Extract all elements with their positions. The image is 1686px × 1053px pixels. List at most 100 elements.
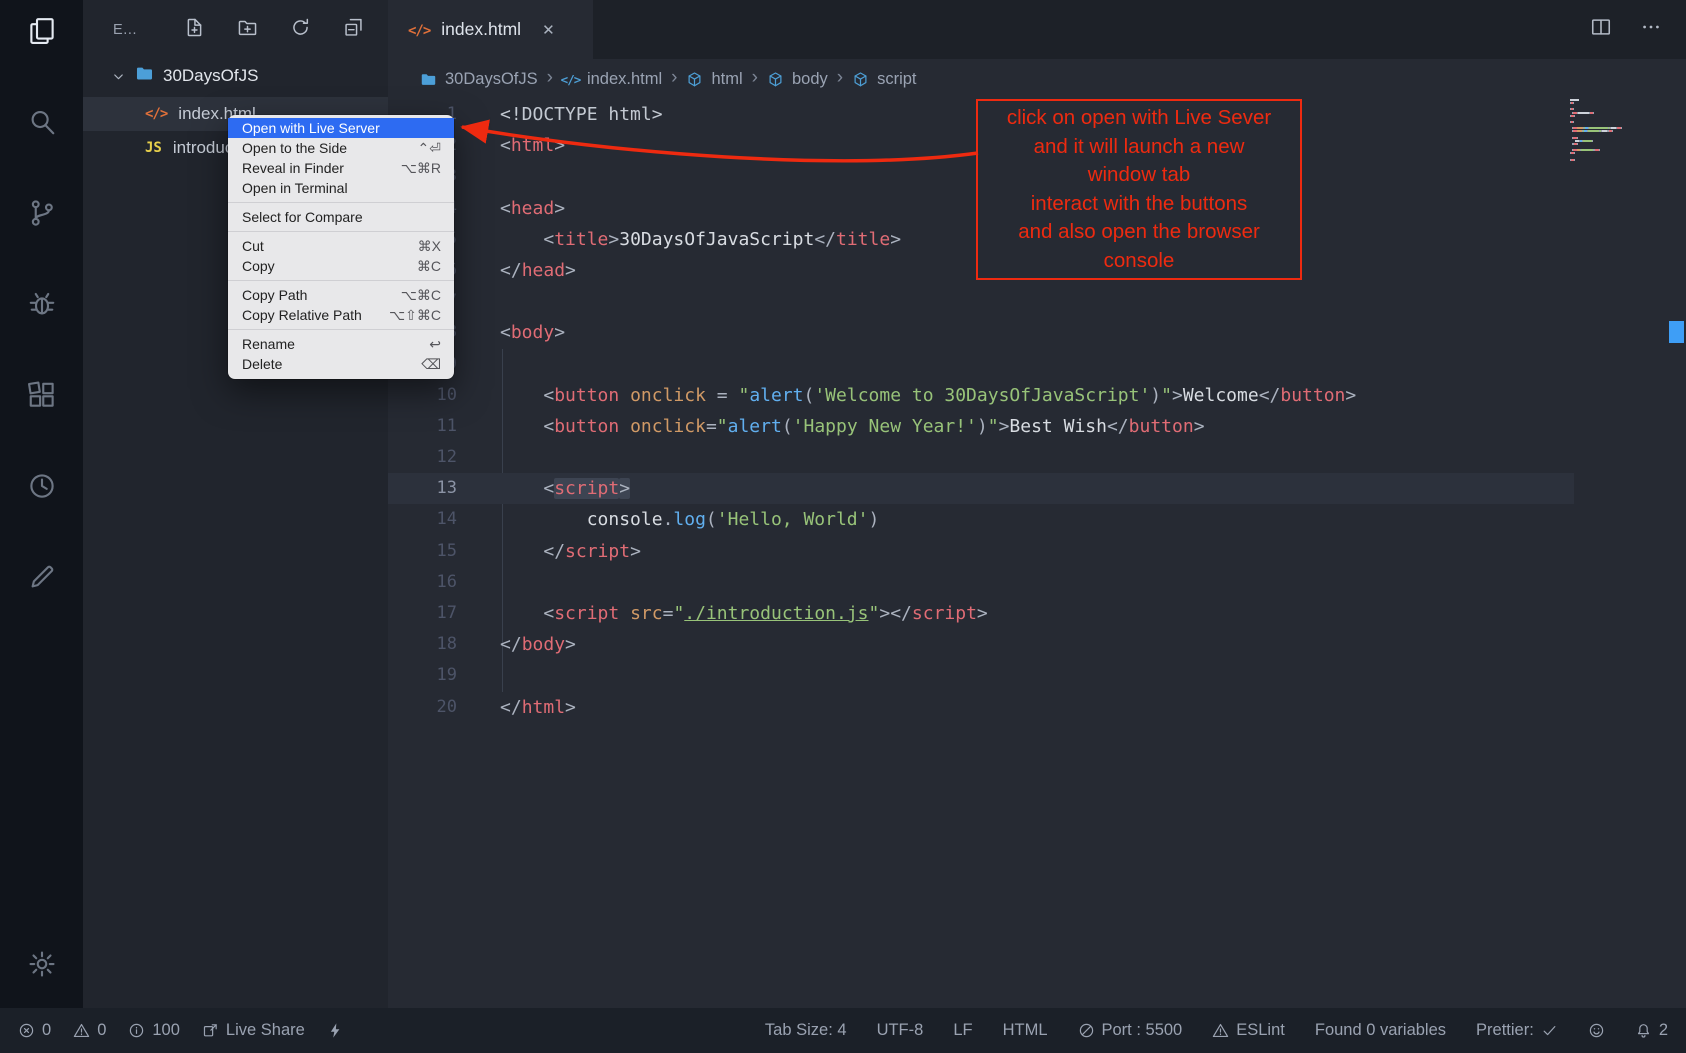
live-server-port[interactable]: Port : 5500 <box>1078 1021 1183 1040</box>
code-line[interactable]: 4<head> <box>388 193 1574 224</box>
menu-item-open-to-the-side[interactable]: Open to the Side⌃⏎ <box>228 138 454 158</box>
feedback-smiley[interactable] <box>1588 1022 1605 1039</box>
menu-item-label: Copy Path <box>242 287 307 303</box>
split-editor-button[interactable] <box>1590 16 1612 43</box>
code-line[interactable]: 9 <box>388 349 1574 380</box>
quick-action[interactable] <box>327 1022 344 1039</box>
eol[interactable]: LF <box>953 1021 972 1040</box>
variables-found[interactable]: Found 0 variables <box>1315 1021 1446 1040</box>
activity-feedback[interactable] <box>27 562 57 597</box>
tab-size[interactable]: Tab Size: 4 <box>765 1021 847 1040</box>
code-line[interactable]: 14 console.log('Hello, World') <box>388 504 1574 535</box>
problems-warnings[interactable]: 0 <box>73 1021 106 1040</box>
explorer-title: E… <box>113 22 137 38</box>
tree-item-root-folder[interactable]: 30DaysOfJS <box>83 59 388 93</box>
code-line[interactable]: 15 </script> <box>388 536 1574 567</box>
new-folder-button[interactable] <box>237 17 258 43</box>
folder-icon-slot <box>135 64 154 88</box>
breadcrumb-script[interactable]: script <box>852 70 916 89</box>
menu-item-cut[interactable]: Cut⌘X <box>228 236 454 256</box>
status-left: 0 0 100 Live Share <box>18 1021 344 1040</box>
code-line[interactable]: 11 <button onclick="alert('Happy New Yea… <box>388 411 1574 442</box>
split-editor-icon <box>1590 16 1612 38</box>
activity-search[interactable] <box>27 107 57 142</box>
breadcrumb-index-html[interactable]: </>index.html <box>562 70 662 89</box>
breadcrumb-body[interactable]: body <box>767 70 828 89</box>
line-content <box>500 567 1574 598</box>
code-line[interactable]: 12 <box>388 442 1574 473</box>
metric-indicator[interactable]: 100 <box>128 1021 180 1040</box>
prettier[interactable]: Prettier: <box>1476 1021 1558 1040</box>
code-line[interactable]: 16 <box>388 567 1574 598</box>
status-label: HTML <box>1003 1021 1048 1040</box>
activity-settings[interactable] <box>27 949 57 984</box>
activity-bar-items <box>27 16 57 597</box>
tab-index-html[interactable]: </> index.html ✕ <box>388 0 593 59</box>
menu-item-shortcut: ⌫ <box>421 356 441 373</box>
cube-icon <box>686 71 703 88</box>
menu-item-copy-path[interactable]: Copy Path⌥⌘C <box>228 285 454 305</box>
minimap-line <box>1570 112 1666 114</box>
live-share[interactable]: Live Share <box>202 1021 305 1040</box>
bell-icon <box>1635 1022 1652 1039</box>
code-line[interactable]: 18</body> <box>388 629 1574 660</box>
eslint[interactable]: ESLint <box>1212 1021 1285 1040</box>
minimap-line <box>1570 124 1666 126</box>
menu-item-label: Open with Live Server <box>242 120 380 136</box>
code-line[interactable]: 17 <script src="./introduction.js"></scr… <box>388 598 1574 629</box>
menu-item-rename[interactable]: Rename↩ <box>228 334 454 354</box>
breadcrumb-label: html <box>711 70 742 89</box>
menu-item-reveal-in-finder[interactable]: Reveal in Finder⌥⌘R <box>228 158 454 178</box>
notifications[interactable]: 2 <box>1635 1021 1668 1040</box>
code-line[interactable]: 8<body> <box>388 317 1574 348</box>
code-line[interactable]: 7 <box>388 286 1574 317</box>
breadcrumb-separator: › <box>671 67 677 91</box>
line-number: 13 <box>388 473 500 504</box>
liveshare-icon <box>202 1022 219 1039</box>
activity-source-control[interactable] <box>27 198 57 233</box>
menu-item-copy[interactable]: Copy⌘C <box>228 256 454 276</box>
code-editor[interactable]: 1<!DOCTYPE html>2<html>34<head>5 <title>… <box>388 99 1686 1008</box>
code-line[interactable]: 5 <title>30DaysOfJavaScript</title> <box>388 224 1574 255</box>
breadcrumb-label: 30DaysOfJS <box>445 70 538 89</box>
more-actions-button[interactable] <box>1640 16 1662 43</box>
code-line[interactable]: 19 <box>388 660 1574 691</box>
new-file-button[interactable] <box>184 17 205 43</box>
collapse-all-button[interactable] <box>343 17 364 43</box>
code-line[interactable]: 6</head> <box>388 255 1574 286</box>
code-line[interactable]: 20</html> <box>388 692 1574 723</box>
language-mode[interactable]: HTML <box>1003 1021 1048 1040</box>
line-number: 12 <box>388 442 500 473</box>
activity-run-debug[interactable] <box>27 289 57 324</box>
breadcrumb-html[interactable]: html <box>686 70 742 89</box>
code-line[interactable]: 1<!DOCTYPE html> <box>388 99 1574 130</box>
html-icon: </> <box>145 106 167 122</box>
status-label: 100 <box>152 1021 180 1040</box>
menu-item-select-for-compare[interactable]: Select for Compare <box>228 207 454 227</box>
encoding[interactable]: UTF-8 <box>877 1021 924 1040</box>
scrollbar-decoration <box>1669 321 1684 343</box>
code-line[interactable]: 2<html> <box>388 130 1574 161</box>
status-label: Found 0 variables <box>1315 1021 1446 1040</box>
code-line[interactable]: 13 <script> <box>388 473 1574 504</box>
menu-item-open-with-live-server[interactable]: Open with Live Server <box>228 118 454 138</box>
js-icon: JS <box>145 140 162 156</box>
close-tab-icon[interactable]: ✕ <box>542 21 555 39</box>
breadcrumb-separator: › <box>837 67 843 91</box>
code-line[interactable]: 10 <button onclick = "alert('Welcome to … <box>388 380 1574 411</box>
extensions-icon <box>27 380 57 410</box>
problems-errors[interactable]: 0 <box>18 1021 51 1040</box>
refresh-button[interactable] <box>290 17 311 43</box>
menu-item-open-in-terminal[interactable]: Open in Terminal <box>228 178 454 198</box>
code-line[interactable]: 3 <box>388 161 1574 192</box>
cube-icon <box>767 71 784 88</box>
activity-extensions[interactable] <box>27 380 57 415</box>
activity-explorer[interactable] <box>27 16 57 51</box>
activity-history[interactable] <box>27 471 57 506</box>
menu-item-label: Cut <box>242 238 264 254</box>
breadcrumb: 30DaysOfJS›</>index.html›html›body›scrip… <box>388 59 1686 99</box>
minimap[interactable] <box>1570 99 1666 162</box>
breadcrumb-30daysofjs[interactable]: 30DaysOfJS <box>420 70 538 89</box>
menu-item-copy-relative-path[interactable]: Copy Relative Path⌥⇧⌘C <box>228 305 454 325</box>
menu-item-delete[interactable]: Delete⌫ <box>228 354 454 374</box>
